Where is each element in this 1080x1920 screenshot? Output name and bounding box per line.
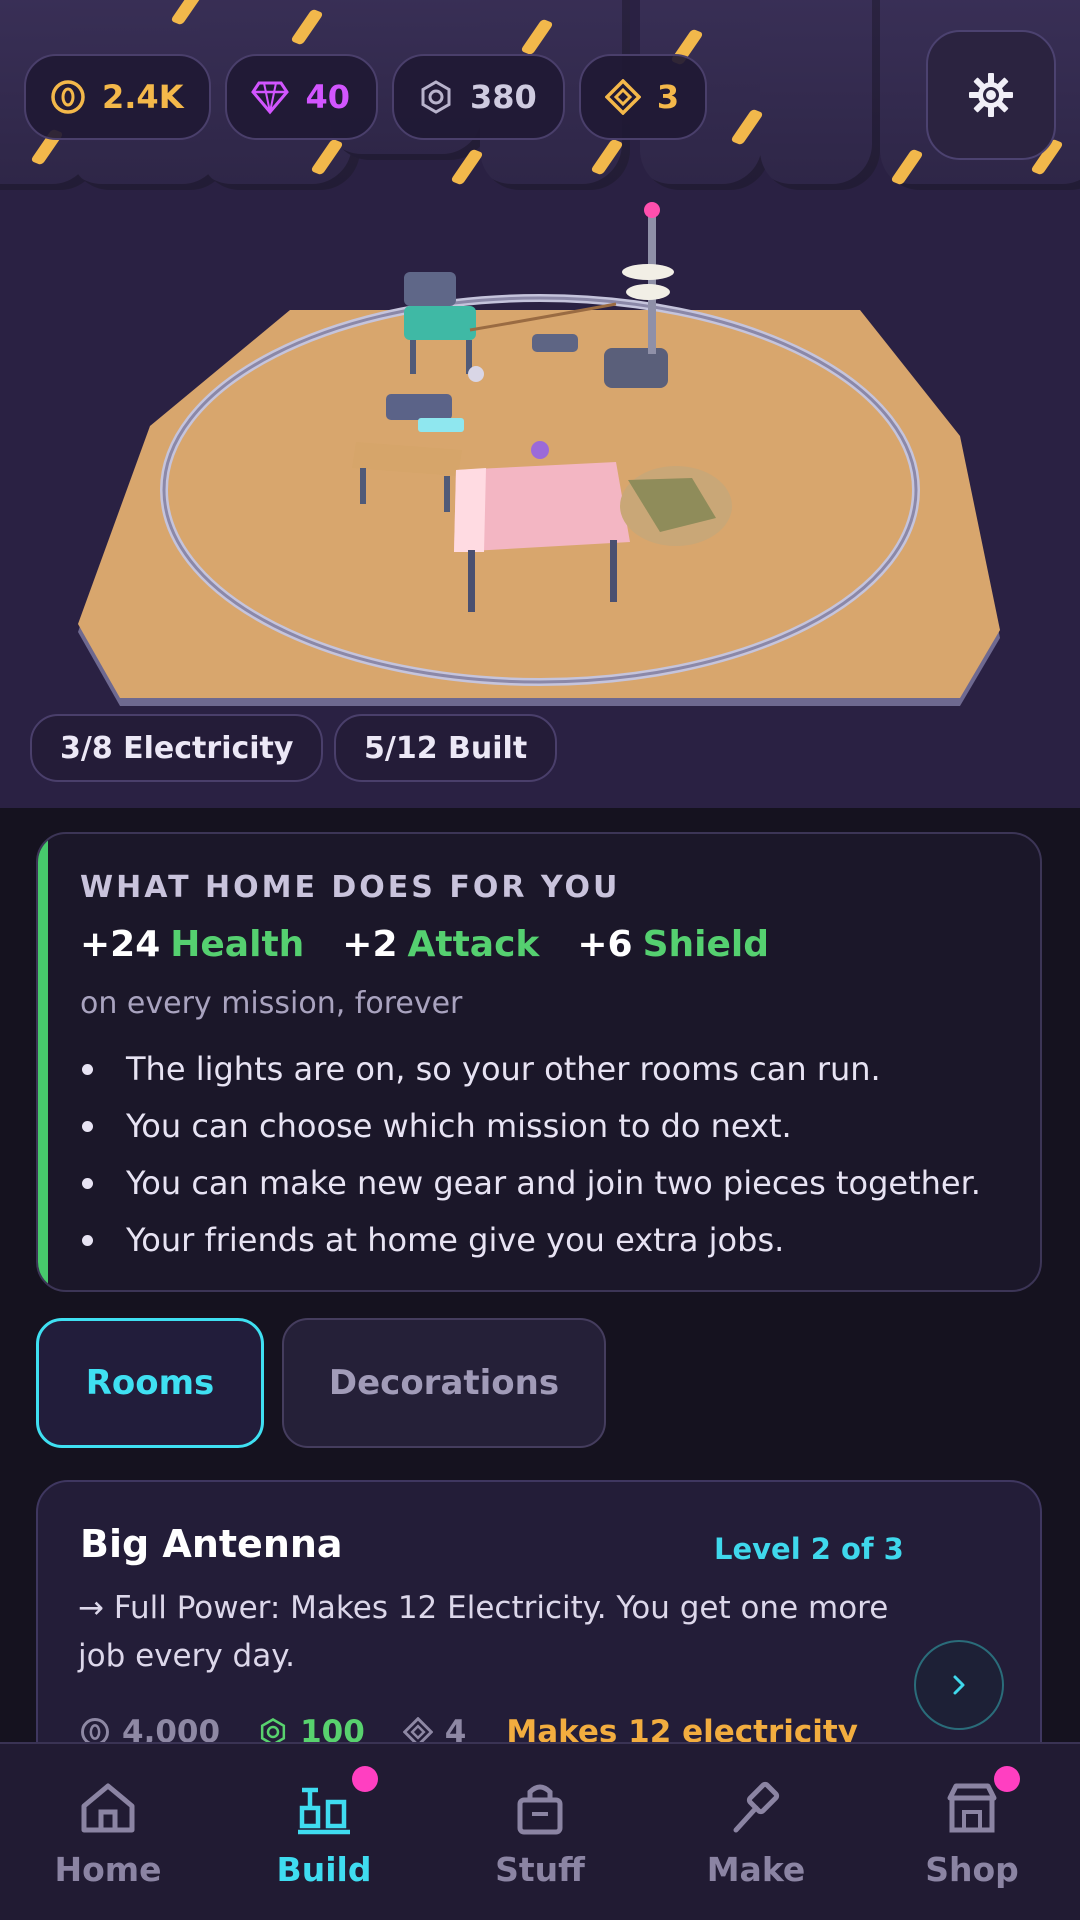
diamond-token-icon [604, 79, 641, 115]
list-item: You can choose which mission to do next. [80, 1105, 981, 1162]
benefits-title: WHAT HOME DOES FOR YOU [80, 870, 621, 905]
tab-decorations[interactable]: Decorations [282, 1318, 606, 1448]
list-item: The lights are on, so your other rooms c… [80, 1048, 981, 1105]
coins-value: 2.4K [102, 78, 184, 116]
electricity-status: 3/8 Electricity [30, 714, 324, 782]
bonus-list: +24 Health +2 Attack +6 Shield [80, 924, 769, 965]
cave-rock [760, 0, 880, 190]
benefits-list: The lights are on, so your other rooms c… [80, 1048, 981, 1276]
coin-icon [51, 80, 85, 114]
tokens-counter[interactable]: 3 [578, 54, 708, 140]
list-item: Your friends at home give you extra jobs… [80, 1219, 981, 1276]
room-name: Big Antenna [80, 1522, 343, 1566]
bonus-stat: Attack [407, 924, 540, 965]
hammer-icon [733, 1781, 780, 1833]
room-card[interactable]: Big Antenna Level 2 of 3 → Full Power: M… [36, 1480, 1042, 1780]
app-root: 2.4K 40 380 3 3/8 Electricity 5/12 Built… [0, 0, 1080, 1920]
notification-dot [994, 1766, 1020, 1792]
nav-stuff[interactable]: Stuff [432, 1744, 648, 1920]
room-description: → Full Power: Makes 12 Electricity. You … [78, 1590, 889, 1674]
bolts-counter[interactable]: 380 [392, 54, 565, 140]
nav-label: Stuff [495, 1850, 585, 1889]
room-level: Level 2 of 3 [714, 1532, 904, 1566]
home-icon [81, 1783, 135, 1833]
bonus-stat: Shield [642, 924, 769, 965]
nav-label: Make [706, 1850, 806, 1889]
bottom-nav: Home Build Stuff Make Shop [0, 1742, 1080, 1920]
hex-nut-icon [421, 80, 451, 114]
bag-icon [517, 1784, 563, 1835]
bonus-health: +24 Health [80, 924, 304, 965]
tokens-value: 3 [656, 78, 680, 116]
shop-icon [947, 1783, 997, 1833]
build-icon [298, 1787, 350, 1835]
built-status: 5/12 Built [334, 714, 558, 782]
resource-bar: 2.4K 40 380 3 [24, 54, 708, 140]
gems-counter[interactable]: 40 [225, 54, 379, 140]
home-scene[interactable]: 2.4K 40 380 3 3/8 Electricity 5/12 Built [0, 0, 1080, 808]
room-floor [78, 202, 1000, 706]
bonus-shield: +6 Shield [577, 924, 769, 965]
room-next-button[interactable] [914, 1640, 1004, 1730]
bonus-attack: +2 Attack [342, 924, 539, 965]
gem-icon [251, 81, 290, 115]
nav-shop[interactable]: Shop [864, 1744, 1080, 1920]
chevron-right-icon [953, 1675, 965, 1695]
bonus-amount: +6 [577, 924, 633, 965]
nav-label: Build [276, 1850, 372, 1889]
nav-label: Home [54, 1850, 162, 1889]
gear-icon [969, 73, 1013, 117]
nav-build[interactable]: Build [216, 1744, 432, 1920]
bonus-amount: +24 [80, 924, 161, 965]
settings-button[interactable] [926, 30, 1056, 160]
benefits-subtitle: on every mission, forever [80, 986, 463, 1021]
coins-counter[interactable]: 2.4K [24, 54, 212, 140]
bonus-stat: Health [170, 924, 305, 965]
gems-value: 40 [305, 78, 351, 116]
list-item: You can make new gear and join two piece… [80, 1162, 981, 1219]
bonus-amount: +2 [342, 924, 398, 965]
tab-rooms[interactable]: Rooms [36, 1318, 264, 1448]
nav-make[interactable]: Make [648, 1744, 864, 1920]
nav-label: Shop [925, 1850, 1019, 1889]
bolts-value: 380 [470, 78, 537, 116]
home-benefits-card: WHAT HOME DOES FOR YOU +24 Health +2 Attac… [36, 832, 1042, 1292]
nav-home[interactable]: Home [0, 1744, 216, 1920]
notification-dot [352, 1766, 378, 1792]
